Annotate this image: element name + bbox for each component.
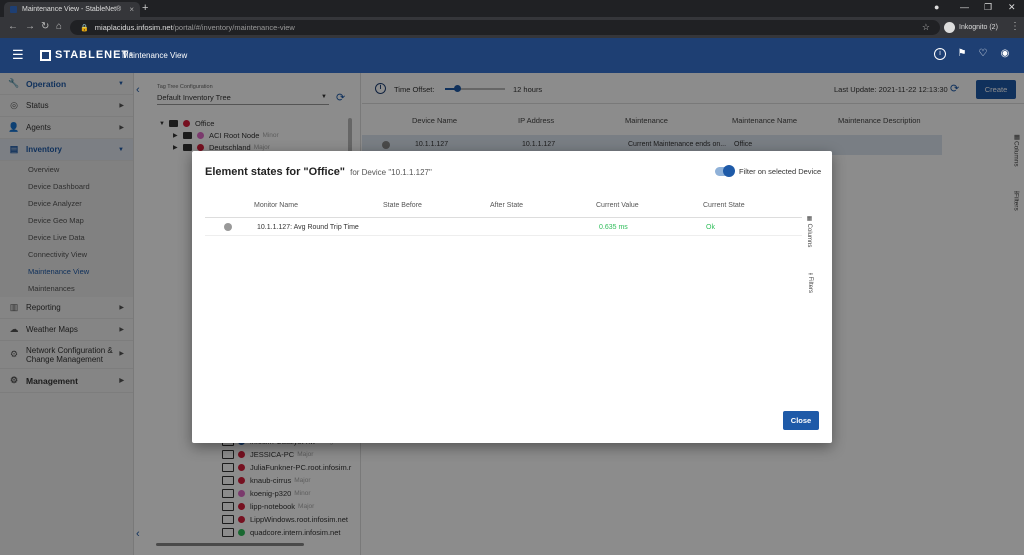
- new-tab-button[interactable]: +: [142, 2, 148, 14]
- column-header[interactable]: State Before: [383, 202, 422, 209]
- tab-title: Maintenance View - StableNet®: [22, 6, 122, 13]
- url-field[interactable]: 🔒 miaplacidus.infosim.net /portal/#/inve…: [70, 20, 940, 35]
- bookmark-star-icon[interactable]: ☆: [922, 22, 930, 33]
- profile-icon[interactable]: ●: [934, 2, 939, 12]
- columns-tab-label: Columns: [806, 223, 812, 248]
- browser-tab-bar: Maintenance View - StableNet® × + ● — ❐ …: [0, 0, 1024, 17]
- column-header[interactable]: Monitor Name: [254, 202, 298, 209]
- dialog-table-header: Monitor Name State Before After State Cu…: [205, 196, 802, 218]
- element-states-dialog: Element states for "Office" for Device "…: [192, 151, 832, 443]
- restore-icon[interactable]: ❐: [984, 2, 992, 13]
- dialog-title: Element states for "Office" for Device "…: [205, 166, 432, 178]
- bookmark-icon[interactable]: ⚑: [956, 48, 968, 60]
- browser-menu-icon[interactable]: ⋮: [1010, 21, 1020, 32]
- cell-current-value: 0.635 ms: [599, 224, 628, 231]
- dialog-columns-tab[interactable]: ▦ Columns: [806, 215, 813, 247]
- state-dot: [224, 223, 232, 231]
- favicon-icon: [10, 6, 17, 13]
- dialog-filters-tab[interactable]: ⫲ Filters: [806, 273, 813, 293]
- window-close-icon[interactable]: ✕: [1008, 2, 1016, 13]
- tab-close-icon[interactable]: ×: [129, 5, 134, 14]
- element-states-table: Monitor Name State Before After State Cu…: [205, 196, 802, 236]
- stablenet-logo: STABLENET ®: [40, 49, 134, 61]
- address-bar-row: ← → ↻ ⌂ 🔒 miaplacidus.infosim.net /porta…: [0, 17, 1024, 38]
- incognito-indicator[interactable]: Inkognito (2): [944, 20, 998, 35]
- cell-monitor-name: 10.1.1.127: Avg Round Trip Time: [257, 224, 359, 231]
- incognito-label: Inkognito (2): [959, 24, 998, 31]
- home-icon[interactable]: ⌂: [56, 21, 62, 32]
- column-header[interactable]: Current State: [703, 202, 745, 209]
- minimize-icon[interactable]: —: [960, 2, 969, 12]
- forward-icon[interactable]: →: [25, 21, 35, 32]
- column-header[interactable]: Current Value: [596, 202, 639, 209]
- url-host: miaplacidus.infosim.net: [94, 23, 173, 32]
- browser-tab[interactable]: Maintenance View - StableNet® ×: [4, 2, 140, 17]
- filters-tab-label: Filters: [807, 276, 813, 293]
- logo-mark-icon: [40, 49, 51, 61]
- dialog-subtitle: for Device "10.1.1.127": [350, 168, 432, 177]
- toggle-knob: [723, 165, 735, 177]
- info-icon[interactable]: i: [934, 48, 946, 60]
- app-title: Maintenance View: [122, 51, 188, 60]
- hamburger-menu-icon[interactable]: ☰: [12, 47, 24, 63]
- filter-device-label: Filter on selected Device: [739, 167, 822, 176]
- reload-icon[interactable]: ↻: [41, 21, 49, 32]
- app-header: ☰ STABLENET ® Maintenance View i ⚑ ♡ ◉: [0, 38, 1024, 73]
- table-row[interactable]: 10.1.1.127: Avg Round Trip Time 0.635 ms…: [205, 218, 802, 236]
- health-icon[interactable]: ♡: [977, 48, 989, 60]
- lock-icon: 🔒: [80, 24, 89, 32]
- columns-icon: ▦: [806, 215, 812, 222]
- incognito-icon: [944, 22, 955, 33]
- filter-device-toggle[interactable]: [715, 165, 735, 177]
- cell-current-state: Ok: [706, 224, 715, 231]
- url-path: /portal/#/inventory/maintenance-view: [172, 23, 295, 32]
- dialog-title-text: Element states for "Office": [205, 166, 346, 178]
- close-button[interactable]: Close: [783, 411, 819, 430]
- filter-icon: ⫲: [807, 273, 813, 275]
- column-header[interactable]: After State: [490, 202, 523, 209]
- logo-text: STABLENET: [55, 49, 130, 61]
- user-account-icon[interactable]: ◉: [999, 48, 1011, 60]
- back-icon[interactable]: ←: [8, 21, 18, 32]
